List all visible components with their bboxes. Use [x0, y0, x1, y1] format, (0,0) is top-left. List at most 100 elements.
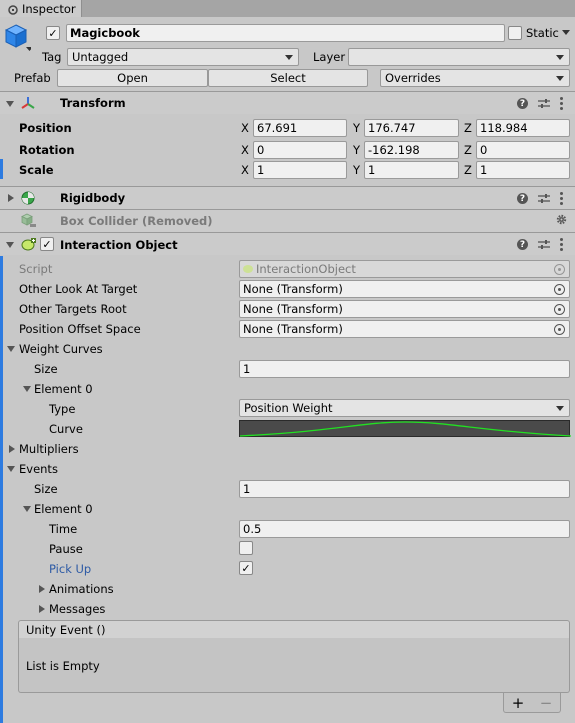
type-dropdown[interactable]: Position Weight: [239, 399, 570, 417]
foldout-closed-icon[interactable]: [39, 585, 45, 593]
script-component-icon: [21, 237, 37, 251]
component-enabled-toggle[interactable]: ✓: [40, 237, 54, 251]
other-look-value: None (Transform): [243, 282, 343, 296]
other-targets-field[interactable]: None (Transform): [239, 300, 570, 318]
curve-field[interactable]: [239, 420, 571, 437]
scale-y-field[interactable]: 1: [364, 161, 459, 179]
focus-indicator: [0, 256, 3, 723]
static-dropdown-icon[interactable]: [562, 30, 570, 35]
rotation-y-field[interactable]: -162.198: [364, 141, 459, 159]
prefab-open-button[interactable]: Open: [57, 69, 208, 87]
foldout-open-icon[interactable]: [7, 346, 15, 352]
rigidbody-title: Rigidbody: [60, 191, 126, 205]
preset-icon[interactable]: [538, 239, 550, 250]
curve-graph: [240, 421, 571, 437]
kebab-icon[interactable]: [560, 97, 563, 110]
list-empty-label: List is Empty: [26, 659, 100, 673]
other-look-field[interactable]: None (Transform): [239, 280, 570, 298]
wc-size-label: Size: [34, 362, 58, 376]
prefab-label: Prefab: [14, 71, 51, 85]
help-icon[interactable]: ?: [517, 193, 528, 204]
active-toggle[interactable]: ✓: [46, 26, 60, 40]
tag-label: Tag: [42, 50, 62, 64]
axis-z: Z: [464, 121, 472, 135]
weight-curves-label[interactable]: Weight Curves: [19, 342, 103, 356]
foldout-open-icon[interactable]: [23, 506, 31, 512]
wc-size-field[interactable]: 1: [239, 360, 570, 378]
object-picker-icon[interactable]: [554, 304, 565, 315]
cube-icon: [4, 24, 33, 54]
time-field[interactable]: 0.5: [239, 520, 570, 538]
unity-event-title: Unity Event (): [26, 622, 106, 637]
add-element-button[interactable]: +: [512, 694, 525, 712]
interaction-object-title: Interaction Object: [60, 238, 178, 252]
foldout-closed-icon[interactable]: [8, 194, 14, 202]
chevron-down-icon: [285, 55, 293, 60]
rotation-label: Rotation: [19, 143, 75, 157]
kebab-icon[interactable]: [560, 192, 563, 205]
foldout-open-icon[interactable]: [6, 242, 14, 248]
tab-bar: Inspector: [0, 0, 575, 17]
preset-icon[interactable]: [538, 193, 550, 204]
foldout-open-icon[interactable]: [23, 386, 31, 392]
overrides-dropdown[interactable]: Overrides: [380, 69, 570, 87]
object-picker-icon[interactable]: [554, 324, 565, 335]
remove-element-button[interactable]: −: [540, 694, 553, 712]
rotation-z-field[interactable]: 0: [476, 141, 570, 159]
unity-event-header: Unity Event (): [18, 620, 570, 639]
tag-dropdown[interactable]: Untagged: [67, 48, 299, 66]
wc-element-label[interactable]: Element 0: [34, 382, 93, 396]
axis-y: Y: [353, 121, 361, 135]
preset-icon[interactable]: [538, 98, 550, 109]
help-icon[interactable]: ?: [517, 98, 528, 109]
gear-icon[interactable]: [556, 214, 567, 225]
foldout-closed-icon[interactable]: [9, 445, 15, 453]
rigidbody-header-icons: ?: [517, 192, 563, 205]
chevron-down-icon: [556, 55, 564, 60]
pause-label: Pause: [49, 542, 83, 556]
rotation-x-field[interactable]: 0: [253, 141, 347, 159]
prefab-select-button[interactable]: Select: [208, 69, 368, 87]
interaction-header-icons: ?: [517, 238, 563, 251]
inspector-icon: [8, 4, 18, 15]
foldout-open-icon[interactable]: [7, 466, 15, 472]
axis-y: Y: [353, 163, 361, 177]
ev-element-label[interactable]: Element 0: [34, 502, 93, 516]
position-z-field[interactable]: 118.984: [476, 119, 570, 137]
box-collider-icon: [21, 213, 37, 229]
help-icon[interactable]: ?: [517, 239, 528, 250]
position-label: Position: [19, 121, 72, 135]
kebab-icon[interactable]: [560, 238, 563, 251]
list-footer: + −: [503, 693, 561, 713]
ev-size-field[interactable]: 1: [239, 480, 570, 498]
scale-x-field[interactable]: 1: [253, 161, 347, 179]
script-label: Script: [19, 262, 53, 276]
object-picker-icon[interactable]: [554, 284, 565, 295]
pause-checkbox[interactable]: [239, 541, 253, 555]
axis-x: X: [241, 143, 249, 157]
static-toggle[interactable]: [508, 26, 522, 40]
rigidbody-icon: [21, 191, 35, 205]
scale-z-field[interactable]: 1: [476, 161, 570, 179]
axis-z: Z: [464, 143, 472, 157]
position-offset-value: None (Transform): [243, 322, 343, 336]
pickup-checkbox[interactable]: ✓: [239, 561, 253, 575]
animations-label[interactable]: Animations: [49, 582, 114, 596]
unity-event-list: List is Empty: [18, 638, 570, 693]
axis-z: Z: [464, 163, 472, 177]
messages-label[interactable]: Messages: [49, 602, 105, 616]
object-name-field[interactable]: Magicbook: [66, 24, 505, 42]
ev-size-label: Size: [34, 482, 58, 496]
layer-dropdown[interactable]: [348, 48, 570, 66]
foldout-closed-icon[interactable]: [39, 605, 45, 613]
position-y-field[interactable]: 176.747: [364, 119, 459, 137]
script-value: InteractionObject: [256, 262, 356, 276]
foldout-open-icon[interactable]: [6, 101, 14, 107]
position-offset-field[interactable]: None (Transform): [239, 320, 570, 338]
events-label[interactable]: Events: [19, 462, 58, 476]
position-offset-label: Position Offset Space: [19, 322, 141, 336]
multipliers-label[interactable]: Multipliers: [19, 442, 79, 456]
tab-inspector[interactable]: Inspector: [0, 0, 82, 17]
position-x-field[interactable]: 67.691: [253, 119, 347, 137]
curve-label: Curve: [49, 422, 83, 436]
